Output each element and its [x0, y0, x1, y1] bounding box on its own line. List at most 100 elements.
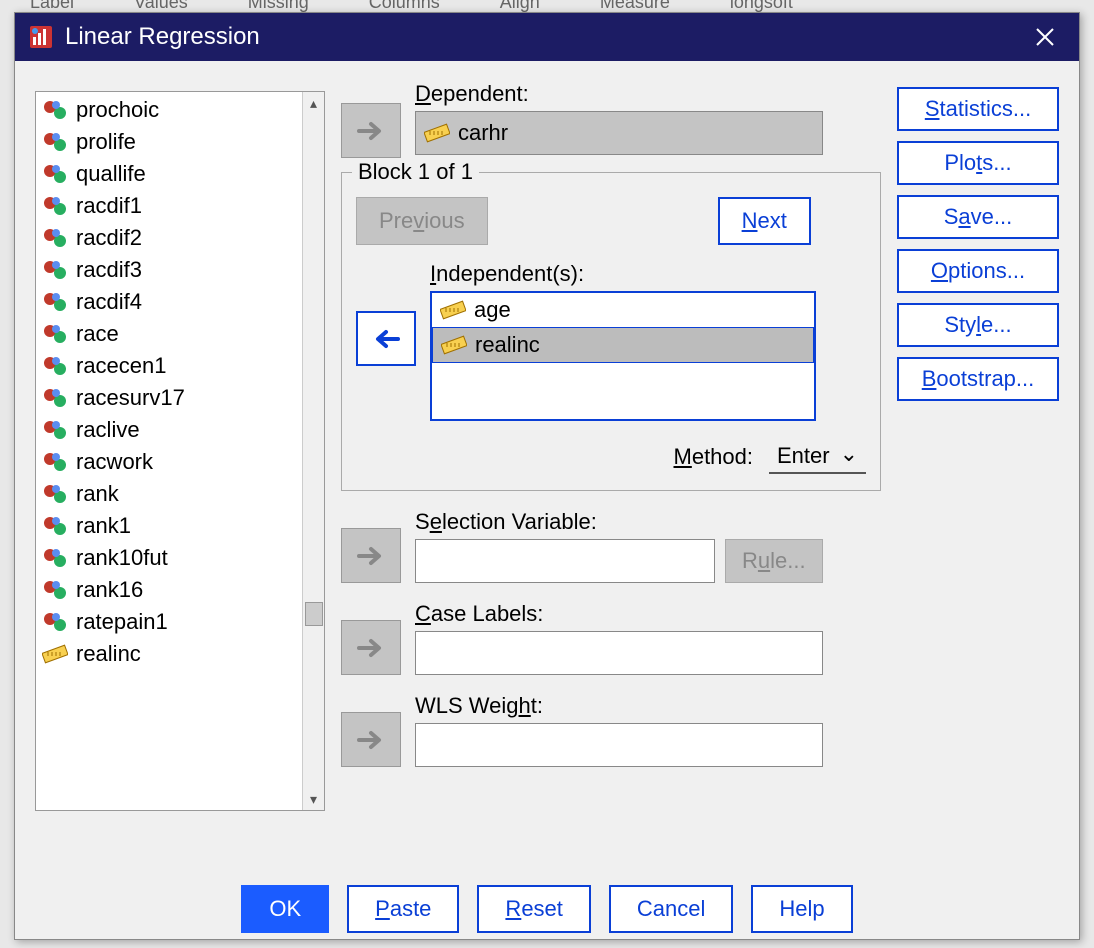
variable-item[interactable]: racdif2 [36, 222, 302, 254]
nominal-icon [42, 227, 68, 249]
variable-item[interactable]: ratepain1 [36, 606, 302, 638]
variable-name: prochoic [76, 97, 159, 123]
ruler-icon [441, 334, 467, 356]
nominal-icon [42, 195, 68, 217]
variable-item[interactable]: rank [36, 478, 302, 510]
variable-name: rank1 [76, 513, 131, 539]
paste-button[interactable]: Paste [347, 885, 459, 933]
variable-item[interactable]: racwork [36, 446, 302, 478]
variable-name: racdif4 [76, 289, 142, 315]
selection-variable-field[interactable] [415, 539, 715, 583]
wls-weight-label: WLS Weight: [415, 693, 823, 719]
independent-name: realinc [475, 332, 540, 358]
independents-list[interactable]: age realinc [430, 291, 816, 421]
ruler-icon [424, 122, 450, 144]
variable-name: racesurv17 [76, 385, 185, 411]
block-title: Block 1 of 1 [352, 159, 479, 185]
variable-item[interactable]: prolife [36, 126, 302, 158]
independent-item[interactable]: age [432, 293, 814, 327]
nominal-icon [42, 131, 68, 153]
move-to-independent-button[interactable] [356, 311, 416, 366]
nominal-icon [42, 483, 68, 505]
variable-item[interactable]: racecen1 [36, 350, 302, 382]
variable-name: racdif3 [76, 257, 142, 283]
dependent-field[interactable]: carhr [415, 111, 823, 155]
variable-name: rank10fut [76, 545, 168, 571]
close-icon[interactable] [1025, 17, 1065, 57]
variable-item[interactable]: race [36, 318, 302, 350]
move-to-wls-button[interactable] [341, 712, 401, 767]
variable-item[interactable]: racesurv17 [36, 382, 302, 414]
move-to-caselabels-button[interactable] [341, 620, 401, 675]
nominal-icon [42, 579, 68, 601]
help-button[interactable]: Help [751, 885, 852, 933]
selection-variable-label: Selection Variable: [415, 509, 823, 535]
wls-weight-field[interactable] [415, 723, 823, 767]
linear-regression-dialog: Linear Regression prochoic prolife quallif… [14, 12, 1080, 940]
variable-name: racdif1 [76, 193, 142, 219]
rule-button: Rule... [725, 539, 823, 583]
variable-name: realinc [76, 641, 141, 667]
variable-name: racwork [76, 449, 153, 475]
variable-item[interactable]: raclive [36, 414, 302, 446]
nominal-icon [42, 355, 68, 377]
statistics-button[interactable]: Statistics... [897, 87, 1059, 131]
variable-item[interactable]: rank1 [36, 510, 302, 542]
variable-name: racdif2 [76, 225, 142, 251]
save-button[interactable]: Save... [897, 195, 1059, 239]
variable-item[interactable]: racdif4 [36, 286, 302, 318]
nominal-icon [42, 451, 68, 473]
variable-name: prolife [76, 129, 136, 155]
reset-button[interactable]: Reset [477, 885, 590, 933]
variable-name: racecen1 [76, 353, 167, 379]
variable-name: rank [76, 481, 119, 507]
ok-button[interactable]: OK [241, 885, 329, 933]
method-label: Method: [674, 444, 754, 470]
style-button[interactable]: Style... [897, 303, 1059, 347]
scrollbar[interactable]: ▴ ▾ [302, 92, 324, 810]
scroll-down-icon[interactable]: ▾ [303, 788, 324, 810]
variable-item[interactable]: quallife [36, 158, 302, 190]
dialog-button-bar: OK Paste Reset Cancel Help [15, 871, 1079, 947]
nominal-icon [42, 291, 68, 313]
variable-item[interactable]: racdif3 [36, 254, 302, 286]
app-icon [29, 25, 53, 49]
variable-item[interactable]: prochoic [36, 94, 302, 126]
variable-name: quallife [76, 161, 146, 187]
dependent-value: carhr [458, 120, 508, 146]
bootstrap-button[interactable]: Bootstrap... [897, 357, 1059, 401]
method-select[interactable]: Enter [769, 439, 866, 474]
titlebar: Linear Regression [15, 13, 1079, 61]
options-button[interactable]: Options... [897, 249, 1059, 293]
variable-name: race [76, 321, 119, 347]
variable-item[interactable]: rank16 [36, 574, 302, 606]
dialog-title: Linear Regression [65, 23, 260, 51]
scroll-thumb[interactable] [305, 602, 323, 626]
variable-item[interactable]: realinc [36, 638, 302, 670]
cancel-button[interactable]: Cancel [609, 885, 733, 933]
previous-button: Previous [356, 197, 488, 245]
variable-name: raclive [76, 417, 140, 443]
nominal-icon [42, 259, 68, 281]
variable-list[interactable]: prochoic prolife quallife racdif1 racdif2 rac… [35, 91, 325, 811]
ruler-icon [42, 643, 68, 665]
independent-item[interactable]: realinc [432, 327, 814, 363]
ruler-icon [440, 299, 466, 321]
case-labels-field[interactable] [415, 631, 823, 675]
block-group: Block 1 of 1 Previous Next Independent(s… [341, 172, 881, 491]
case-labels-label: Case Labels: [415, 601, 823, 627]
variable-item[interactable]: racdif1 [36, 190, 302, 222]
nominal-icon [42, 547, 68, 569]
move-to-selection-button[interactable] [341, 528, 401, 583]
variable-name: ratepain1 [76, 609, 168, 635]
independent-label: Independent(s): [430, 261, 816, 287]
scroll-up-icon[interactable]: ▴ [303, 92, 324, 114]
nominal-icon [42, 515, 68, 537]
variable-item[interactable]: rank10fut [36, 542, 302, 574]
plots-button[interactable]: Plots... [897, 141, 1059, 185]
next-button[interactable]: Next [718, 197, 811, 245]
nominal-icon [42, 99, 68, 121]
variable-name: rank16 [76, 577, 143, 603]
nominal-icon [42, 419, 68, 441]
move-to-dependent-button[interactable] [341, 103, 401, 158]
